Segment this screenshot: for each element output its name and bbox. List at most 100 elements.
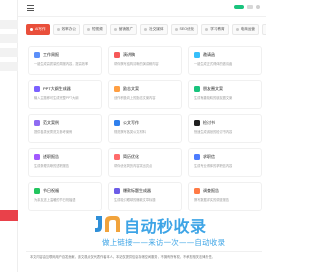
tab-label: 学习教育: [210, 27, 225, 31]
tab-8[interactable]: 生活助手: [262, 24, 266, 35]
card-title: 朋友圈文案: [203, 86, 223, 91]
sidebar-item[interactable]: [0, 48, 18, 57]
tab-7[interactable]: 电商运营: [231, 24, 260, 35]
tool-card[interactable]: 演讲稿 帮你撰写结构清晰的演讲稿内容: [108, 46, 182, 75]
tool-card-grid: 工作周报 一键生成高质量的周报内容，提高效率 演讲稿 帮你撰写结构清晰的演讲稿内容 邀请…: [28, 46, 262, 211]
report-icon: [34, 52, 40, 58]
tab-6[interactable]: 学习教育: [201, 24, 229, 35]
tool-card[interactable]: 节日祝福为亲友送上温暖的节日祝福语: [28, 182, 102, 211]
card-description: 生成有趣吸睛的朋友圈文案: [194, 96, 233, 100]
tool-card[interactable]: 简历优化帮你优化简历内容突出亮点: [108, 148, 182, 177]
tool-card[interactable]: 述职报告生成条理清晰的述职报告: [28, 148, 102, 177]
tab-3[interactable]: 营销推广: [109, 24, 138, 35]
category-tabs: AI写作 效率办公 短视频 营销推广 社交媒体 SEO优化 学习教育 电商运营 生活助手: [26, 24, 266, 36]
card-title: 求职信: [203, 154, 215, 159]
tab-icon: [56, 28, 60, 31]
headline-icon: [114, 188, 120, 194]
sidebar-item[interactable]: [0, 62, 18, 71]
avatar[interactable]: [256, 5, 260, 9]
card-title: 述职报告: [43, 154, 59, 159]
card-description: 生成专业得体的求职信内容: [194, 164, 233, 168]
tool-card[interactable]: 检讨书快速生成诚恳的检讨书内容: [188, 114, 262, 143]
tool-card[interactable]: 爆款标题生成器生成吸引眼球的爆款文章标题: [108, 182, 182, 211]
tab-label: 效率办公: [61, 27, 76, 31]
toolbar-item[interactable]: [247, 5, 253, 9]
tab-label: SEO优化: [179, 27, 195, 31]
top-right-actions: [234, 5, 260, 9]
invite-icon: [194, 52, 200, 58]
tab-4[interactable]: 社交媒体: [140, 24, 168, 35]
tab-icon: [235, 28, 239, 31]
tab-icon: [174, 28, 178, 31]
left-sidebar: [0, 0, 18, 272]
sample-icon: [34, 120, 40, 126]
card-description: 提供各类优秀范文参考案例: [34, 130, 73, 134]
card-title: 节日祝福: [43, 188, 59, 193]
tab-icon: [86, 28, 90, 31]
card-title: 公文写作: [123, 120, 139, 125]
card-description: 帮你优化简历内容突出亮点: [114, 164, 153, 168]
tab-label: 电商运营: [240, 27, 256, 31]
resume-icon: [114, 154, 120, 160]
tool-card[interactable]: 邀请函一键生成正式得体的邀请函: [188, 46, 262, 75]
card-description: 生成条理清晰的述职报告: [34, 164, 70, 168]
watermark-subtitle: 做上链接——来访一次——自动收录: [102, 238, 226, 247]
review-icon: [194, 120, 200, 126]
tool-card[interactable]: 求职信生成专业得体的求职信内容: [188, 148, 262, 177]
cover-letter-icon: [194, 154, 200, 160]
tab-1[interactable]: 效率办公: [52, 24, 80, 35]
sidebar-item-active[interactable]: [0, 210, 18, 221]
tool-card[interactable]: 调查报告撰写数据详实的调查报告: [188, 182, 262, 211]
card-description: 创作积极向上的励志文案内容: [114, 96, 156, 100]
card-description: 为亲友送上温暖的节日祝福语: [34, 198, 76, 202]
official-icon: [114, 120, 120, 126]
tab-0[interactable]: AI写作: [26, 24, 50, 35]
status-pill[interactable]: [234, 5, 244, 9]
tool-card[interactable]: 朋友圈文案生成有趣吸睛的朋友圈文案: [188, 80, 262, 109]
card-title: 爆款标题生成器: [123, 188, 151, 193]
watermark-logo-icon: [95, 216, 120, 232]
card-description: 一键生成高质量的周报内容，提高效率: [34, 62, 89, 66]
tool-card[interactable]: 范文案例提供各类优秀范文参考案例: [28, 114, 102, 143]
motivation-icon: [114, 86, 120, 92]
card-description: 撰写数据详实的调查报告: [194, 198, 230, 202]
card-description: 快速生成诚恳的检讨书内容: [194, 130, 233, 134]
card-description: 帮你撰写结构清晰的演讲稿内容: [114, 62, 159, 66]
sidebar-item[interactable]: [0, 34, 18, 43]
tool-card[interactable]: 公文写作规范撰写各类公文材料: [108, 114, 182, 143]
tab-icon: [113, 28, 117, 31]
duty-icon: [34, 154, 40, 160]
survey-icon: [194, 188, 200, 194]
tab-icon: [144, 28, 148, 31]
top-bar: [18, 0, 266, 17]
tab-icon: [30, 28, 33, 31]
menu-icon[interactable]: [27, 5, 34, 11]
card-title: 范文案例: [43, 120, 59, 125]
tool-card[interactable]: 励志文案创作积极向上的励志文案内容: [108, 80, 182, 109]
tab-label: 社交媒体: [149, 27, 164, 31]
ppt-icon: [34, 86, 40, 92]
card-title: 调查报告: [203, 188, 219, 193]
tab-label: 短视频: [91, 27, 103, 31]
tool-card[interactable]: 工作周报一键生成高质量的周报内容，提高效率: [28, 46, 102, 75]
tab-label: 营销推广: [118, 27, 134, 31]
sidebar-item[interactable]: [0, 20, 18, 29]
card-title: PPT大纲生成器: [43, 86, 71, 91]
card-title: 检讨书: [203, 120, 215, 125]
card-description: 输入主题即可生成完整PPT大纲: [34, 96, 79, 100]
tool-card[interactable]: PPT大纲生成器输入主题即可生成完整PPT大纲: [28, 80, 102, 109]
watermark: 自动秒收录 做上链接——来访一次——自动收录: [92, 212, 252, 256]
tab-label: AI写作: [35, 27, 46, 31]
tab-2[interactable]: 短视频: [82, 24, 107, 35]
card-title: 励志文案: [123, 86, 139, 91]
tab-5[interactable]: SEO优化: [170, 24, 199, 35]
moments-icon: [194, 86, 200, 92]
card-description: 规范撰写各类公文材料: [114, 130, 146, 134]
card-title: 工作周报: [43, 52, 59, 57]
tab-icon: [205, 28, 209, 31]
holiday-icon: [34, 188, 40, 194]
card-title: 邀请函: [203, 52, 215, 57]
card-description: 一键生成正式得体的邀请函: [194, 62, 233, 66]
card-description: 生成吸引眼球的爆款文章标题: [114, 198, 156, 202]
card-title: 简历优化: [123, 154, 139, 159]
